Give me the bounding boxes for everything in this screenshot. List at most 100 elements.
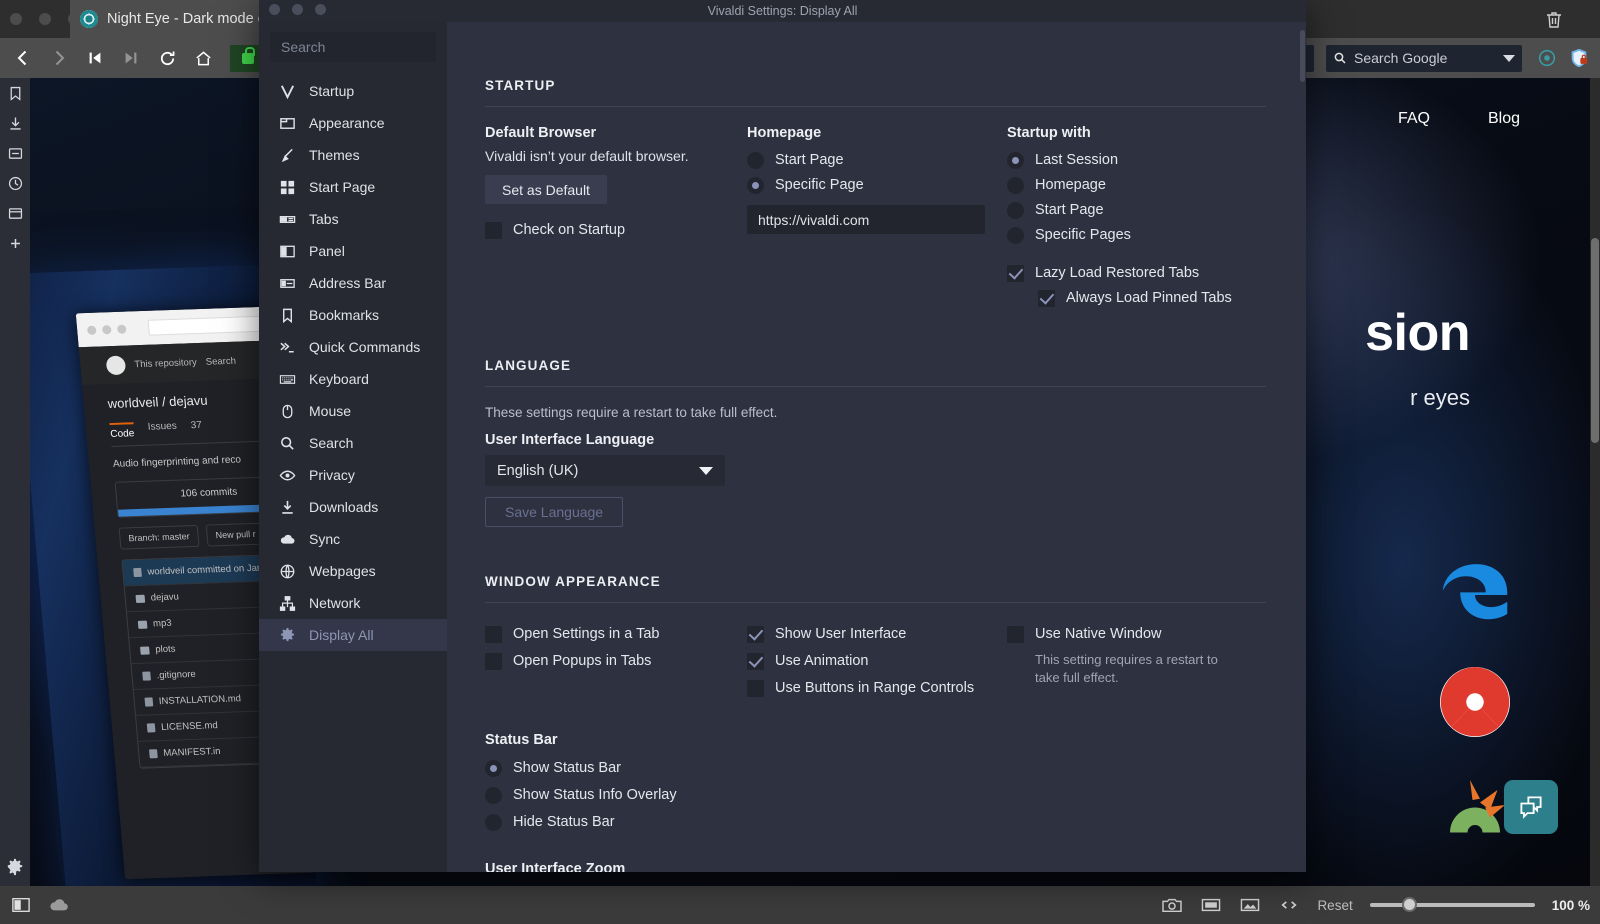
shield-lock-extension-icon[interactable] [1566,45,1592,71]
sidebar-item-bookmarks[interactable]: Bookmarks [259,299,447,331]
tile-icon[interactable] [1200,895,1222,915]
sidebar-item-quick-commands[interactable]: Quick Commands [259,331,447,363]
show-user-interface-checkbox[interactable] [747,625,764,643]
window-panel-icon[interactable] [6,204,25,223]
minimize-window-button[interactable] [39,13,51,25]
startup-with-radio-start-page[interactable] [1007,201,1024,219]
use-buttons-in-range-controls-checkbox[interactable] [747,679,764,697]
homepage-option-specific-page[interactable]: Specific Page [747,173,1007,197]
status-bar-radio-overlay[interactable] [485,786,502,804]
page-scrollbar-thumb[interactable] [1591,238,1599,443]
lazy-load-row[interactable]: Lazy Load Restored Tabs [1007,261,1266,285]
chevron-down-icon[interactable] [1503,54,1515,62]
downloads-panel-icon[interactable] [6,114,25,133]
sidebar-item-tabs[interactable]: Tabs [259,203,447,235]
reload-icon[interactable] [152,43,182,73]
always-pinned-checkbox[interactable] [1038,289,1055,307]
startup-with-option-homepage[interactable]: Homepage [1007,173,1266,197]
close-window-button[interactable] [10,13,22,25]
zoom-slider-knob[interactable] [1401,897,1417,912]
search-input[interactable]: Search Google [1326,44,1522,72]
home-icon[interactable] [188,43,218,73]
always-pinned-row[interactable]: Always Load Pinned Tabs [1007,286,1266,310]
sidebar-item-mouse[interactable]: Mouse [259,395,447,427]
camera-icon[interactable] [1161,895,1183,915]
notes-panel-icon[interactable] [6,144,25,163]
check-on-startup-row[interactable]: Check on Startup [485,218,747,242]
use-animation-checkbox[interactable] [747,652,764,670]
hero-text: sion r eyes [1365,303,1470,411]
sidebar-item-sync[interactable]: Sync [259,523,447,555]
status-bar-option-overlay[interactable]: Show Status Info Overlay [485,782,1266,808]
open-popups-in-tabs-checkbox[interactable] [485,652,502,670]
status-bar-radio-hide[interactable] [485,813,502,831]
open-settings-in-tab-row[interactable]: Open Settings in a Tab [485,621,747,647]
sidebar-item-network[interactable]: Network [259,587,447,619]
sidebar-item-webpages[interactable]: Webpages [259,555,447,587]
open-settings-in-tab-checkbox[interactable] [485,625,502,643]
sidebar-item-downloads[interactable]: Downloads [259,491,447,523]
page-tiling-icon[interactable] [10,895,32,915]
ui-language-select[interactable]: English (UK) [485,455,725,486]
nav-link-blog[interactable]: Blog [1488,110,1520,128]
settings-close-button[interactable] [269,4,280,15]
sidebar-item-appearance[interactable]: Appearance [259,107,447,139]
settings-search-input[interactable]: Search [270,32,436,62]
startup-with-option-last-session[interactable]: Last Session [1007,148,1266,172]
settings-scrollbar[interactable] [1299,22,1306,872]
sidebar-item-search[interactable]: Search [259,427,447,459]
image-icon[interactable] [1239,895,1261,915]
settings-minimize-button[interactable] [292,4,303,15]
open-popups-in-tabs-row[interactable]: Open Popups in Tabs [485,648,747,674]
use-native-window-row[interactable]: Use Native Window [1007,621,1266,647]
use-native-window-checkbox[interactable] [1007,625,1024,643]
code-icon[interactable] [1278,895,1300,915]
use-buttons-in-range-controls-row[interactable]: Use Buttons in Range Controls [747,675,1007,701]
page-scrollbar[interactable] [1590,78,1600,886]
startup-with-option-start-page[interactable]: Start Page [1007,198,1266,222]
sidebar-item-keyboard[interactable]: Keyboard [259,363,447,395]
status-bar-radio-show[interactable] [485,759,502,777]
settings-traffic-lights[interactable] [269,4,326,15]
homepage-radio-start-page[interactable] [747,151,764,169]
startup-with-radio-specific-pages[interactable] [1007,226,1024,244]
sidebar-item-display-all[interactable]: Display All [259,619,447,651]
startup-with-option-specific-pages[interactable]: Specific Pages [1007,223,1266,247]
rewind-icon[interactable] [80,43,110,73]
homepage-option-start-page[interactable]: Start Page [747,148,1007,172]
settings-scrollbar-thumb[interactable] [1300,30,1305,82]
nighteye-extension-icon[interactable] [1534,45,1560,71]
add-panel-icon[interactable] [6,234,25,253]
nav-link-faq[interactable]: FAQ [1398,110,1430,128]
chat-widget-button[interactable] [1504,780,1558,834]
back-arrow-icon[interactable] [8,43,38,73]
use-animation-row[interactable]: Use Animation [747,648,1007,674]
sidebar-item-start-page[interactable]: Start Page [259,171,447,203]
fast-forward-icon[interactable] [116,43,146,73]
forward-arrow-icon[interactable] [44,43,74,73]
startup-with-radio-homepage[interactable] [1007,176,1024,194]
zoom-slider[interactable] [1369,895,1535,915]
settings-maximize-button[interactable] [315,4,326,15]
zoom-reset-button[interactable]: Reset [1317,898,1352,913]
set-as-default-button[interactable]: Set as Default [485,175,607,204]
sidebar-item-themes[interactable]: Themes [259,139,447,171]
status-bar-option-show[interactable]: Show Status Bar [485,755,1266,781]
save-language-button[interactable]: Save Language [485,497,624,527]
trash-icon[interactable] [1544,10,1564,30]
status-bar-option-hide[interactable]: Hide Status Bar [485,809,1266,835]
lazy-load-checkbox[interactable] [1007,264,1024,282]
history-panel-icon[interactable] [6,174,25,193]
sidebar-item-startup[interactable]: Startup [259,75,447,107]
startup-with-radio-last-session[interactable] [1007,151,1024,169]
sidebar-item-panel[interactable]: Panel [259,235,447,267]
bookmarks-panel-icon[interactable] [6,84,25,103]
gear-icon[interactable] [6,858,24,876]
check-on-startup-checkbox[interactable] [485,221,502,239]
cloud-icon[interactable] [48,895,70,915]
homepage-url-input[interactable]: https://vivaldi.com [747,205,985,234]
show-user-interface-row[interactable]: Show User Interface [747,621,1007,647]
sidebar-item-address-bar[interactable]: Address Bar [259,267,447,299]
homepage-radio-specific-page[interactable] [747,176,764,194]
sidebar-item-privacy[interactable]: Privacy [259,459,447,491]
